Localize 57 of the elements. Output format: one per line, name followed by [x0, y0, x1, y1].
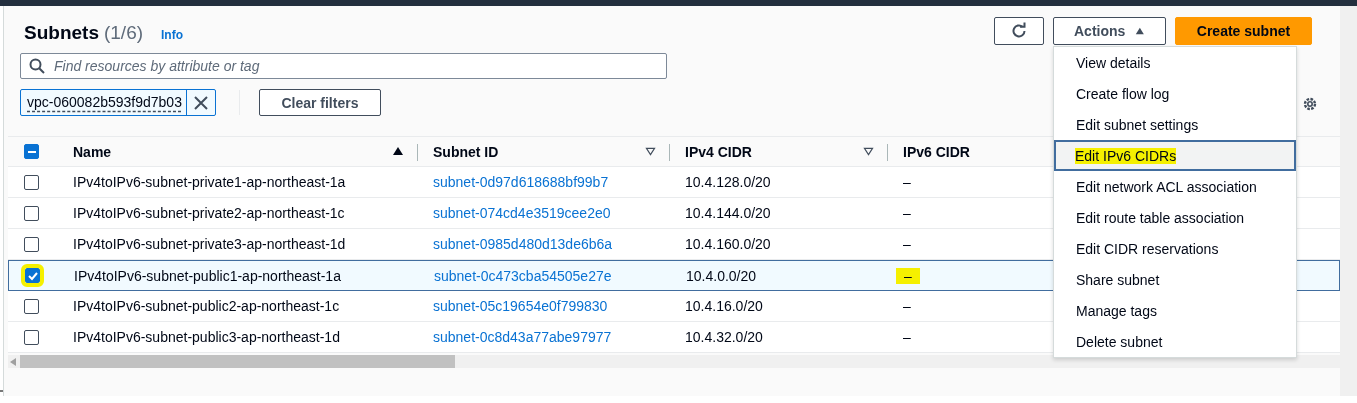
table-cell: 10.4.128.0/20: [685, 174, 771, 190]
table-cell-text: –: [902, 205, 912, 221]
settings-icon[interactable]: [1302, 96, 1318, 112]
table-cell: –: [896, 267, 920, 284]
menu-item[interactable]: View details: [1054, 47, 1296, 78]
table-cell: IPv4toIPv6-subnet-public1-ap-northeast-1a: [74, 267, 341, 284]
table-cell: IPv4toIPv6-subnet-public3-ap-northeast-1d: [73, 329, 340, 345]
column-header[interactable]: Subnet ID: [433, 143, 499, 160]
refresh-button[interactable]: [994, 17, 1044, 45]
subnet-id-link[interactable]: subnet-0d97d618688bf99b7: [433, 174, 609, 190]
subnet-id-link[interactable]: subnet-0c8d43a77abe97977: [433, 329, 612, 345]
table-cell: 10.4.16.0/20: [685, 298, 763, 314]
table-cell: 10.4.144.0/20: [685, 205, 771, 221]
subnet-id-link[interactable]: subnet-05c19654e0f799830: [433, 298, 608, 314]
sort-ascending-icon[interactable]: [392, 145, 404, 156]
table-cell-text: –: [902, 236, 912, 252]
row-checkbox[interactable]: [24, 174, 39, 190]
row-checkbox[interactable]: [24, 298, 39, 314]
table-cell: IPv4toIPv6-subnet-public2-ap-northeast-1c: [73, 298, 340, 314]
info-link[interactable]: Info: [161, 28, 184, 42]
search-field[interactable]: Find resources by attribute or tag: [20, 53, 667, 79]
search-icon: [29, 58, 45, 74]
close-icon: [193, 95, 208, 110]
table-cell: 10.4.160.0/20: [685, 236, 771, 252]
table-cell: IPv4toIPv6-subnet-private1-ap-northeast-1a: [73, 174, 346, 190]
table-cell: 10.4.0.0/20: [686, 267, 757, 284]
menu-item[interactable]: Create flow log: [1054, 78, 1296, 109]
table-cell-text: –: [902, 298, 912, 314]
refresh-icon: [1010, 22, 1028, 40]
caret-icon: [1135, 26, 1145, 36]
create-subnet-button[interactable]: Create subnet: [1175, 17, 1312, 45]
subnet-id-link[interactable]: subnet-0985d480d13de6b6a: [433, 236, 613, 252]
page-title: Subnets: [24, 22, 99, 44]
column-header[interactable]: IPv6 CIDR: [903, 143, 970, 160]
horizontal-scrollbar[interactable]: [8, 355, 1340, 368]
subnet-id-link[interactable]: subnet-0c473cba54505e27e: [434, 267, 612, 284]
actions-button[interactable]: Actions: [1053, 17, 1166, 45]
menu-item[interactable]: Edit IPv6 CIDRs: [1054, 140, 1296, 171]
table-cell: IPv4toIPv6-subnet-private2-ap-northeast-1c: [73, 205, 345, 221]
vertical-scrollbar[interactable]: [1340, 6, 1357, 396]
table-cell-text: –: [902, 174, 912, 190]
clear-filters-button[interactable]: Clear filters: [258, 89, 381, 116]
selection-count: (1/6): [103, 22, 144, 44]
row-checkbox[interactable]: [24, 236, 39, 252]
sort-icon[interactable]: [645, 147, 656, 156]
table-cell: 10.4.32.0/20: [685, 329, 763, 345]
row-checkbox[interactable]: [24, 329, 39, 345]
row-checkbox[interactable]: [24, 205, 39, 221]
select-all-checkbox[interactable]: [24, 144, 39, 159]
menu-item[interactable]: Edit subnet settings: [1054, 109, 1296, 140]
table-cell: IPv4toIPv6-subnet-private3-ap-northeast-1d: [73, 236, 346, 252]
column-header[interactable]: Name: [73, 143, 112, 160]
table-cell-text: –: [902, 329, 912, 345]
filter-value: vpc-060082b593f9d7b03: [26, 93, 183, 112]
column-header[interactable]: IPv4 CIDR: [685, 143, 752, 160]
sort-icon[interactable]: [863, 147, 874, 156]
subnet-id-link[interactable]: subnet-074cd4e3519cee2e0: [433, 205, 611, 221]
